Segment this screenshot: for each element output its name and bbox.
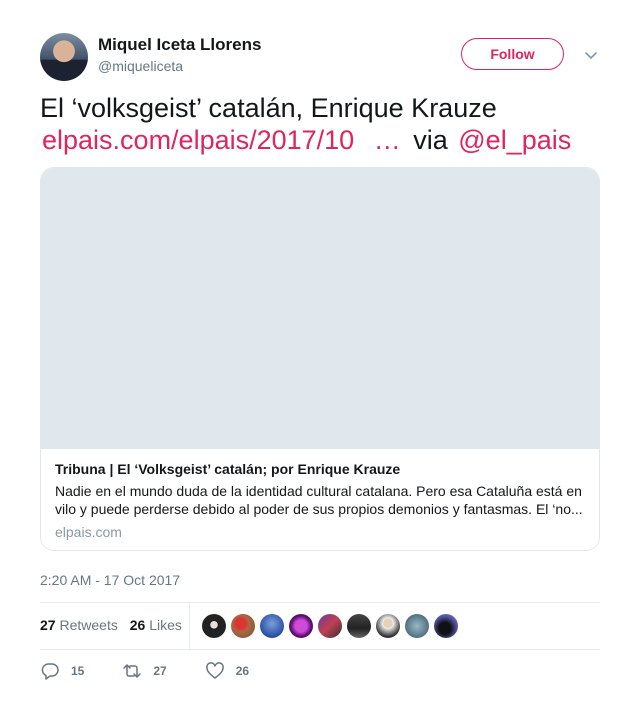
liker-avatar[interactable] xyxy=(202,614,226,638)
liker-avatar[interactable] xyxy=(405,614,429,638)
retweet-count: 27 xyxy=(153,664,167,678)
author-handle[interactable]: @miqueliceta xyxy=(98,58,183,74)
chevron-down-icon[interactable] xyxy=(583,47,599,63)
card-image[interactable] xyxy=(41,168,599,449)
divider xyxy=(40,649,600,650)
liker-avatar[interactable] xyxy=(318,614,342,638)
tweet-timestamp[interactable]: 2:20 AM - 17 Oct 2017 xyxy=(40,572,180,588)
engagement-stats: 27 Retweets 26 Likes xyxy=(40,617,182,633)
liker-avatar[interactable] xyxy=(376,614,400,638)
via-text: via xyxy=(413,125,448,155)
reply-icon xyxy=(41,663,59,680)
liker-avatar[interactable] xyxy=(289,614,313,638)
author-avatar[interactable] xyxy=(40,33,88,81)
tweet-actions: 15 27 26 xyxy=(40,661,249,681)
liker-avatar[interactable] xyxy=(347,614,371,638)
tweet-link-ellipsis[interactable]: … xyxy=(374,125,401,155)
retweets-stat[interactable]: 27 Retweets xyxy=(40,617,118,633)
follow-button[interactable]: Follow xyxy=(461,38,564,70)
heart-icon xyxy=(205,662,224,679)
stats-separator xyxy=(189,603,190,649)
reply-button[interactable]: 15 xyxy=(40,661,84,681)
liker-avatar[interactable] xyxy=(260,614,284,638)
liker-avatars xyxy=(202,614,458,638)
card-title: Tribuna | El ‘Volksgeist’ catalán; por E… xyxy=(55,461,401,477)
likes-stat[interactable]: 26 Likes xyxy=(130,617,182,633)
reply-count: 15 xyxy=(71,664,85,678)
liker-avatar[interactable] xyxy=(434,614,458,638)
retweet-icon xyxy=(123,664,142,678)
author-name[interactable]: Miquel Iceta Llorens xyxy=(98,35,261,55)
link-card[interactable]: Tribuna | El ‘Volksgeist’ catalán; por E… xyxy=(40,167,600,551)
divider xyxy=(40,602,600,603)
tweet-body: El ‘volksgeist’ catalán, Enrique Krauze xyxy=(40,93,497,123)
card-description: Nadie en el mundo duda de la identidad c… xyxy=(55,483,583,517)
tweet-text: El ‘volksgeist’ catalán, Enrique Krauze … xyxy=(40,92,600,156)
mention-link[interactable]: @el_pais xyxy=(458,125,571,155)
tweet-link[interactable]: elpais.com/elpais/2017/10 xyxy=(42,125,354,155)
liker-avatar[interactable] xyxy=(231,614,255,638)
like-count: 26 xyxy=(235,664,250,678)
retweet-button[interactable]: 27 xyxy=(122,661,167,681)
card-domain: elpais.com xyxy=(55,524,122,540)
like-button[interactable]: 26 xyxy=(205,661,249,681)
